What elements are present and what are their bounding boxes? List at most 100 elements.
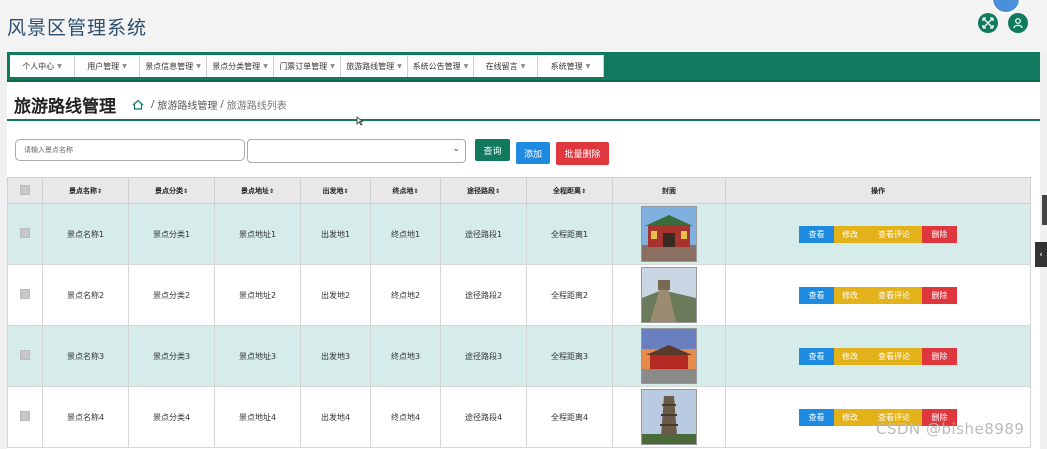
- cell-name: 景点名称1: [42, 203, 129, 265]
- cell-name: 景点名称3: [42, 325, 129, 387]
- view-button[interactable]: 查看: [799, 225, 834, 243]
- main-content: 旅游路线管理 / 旅游路线管理 / 旅游路线列表 ⌄ 查询 添加 批量删除 景点…: [7, 82, 1040, 449]
- cell-destination: 终点地3: [370, 325, 441, 387]
- column-header-name[interactable]: 景点名称⇕: [42, 177, 129, 204]
- cell-via: 途径路段1: [440, 203, 527, 265]
- edit-button[interactable]: 修改: [834, 286, 866, 304]
- cell-origin: 出发地2: [300, 264, 371, 326]
- select-all-cell: [7, 177, 43, 204]
- cell-cover: [612, 386, 726, 448]
- fullscreen-icon[interactable]: [978, 13, 998, 33]
- column-header-cover: 封面: [612, 177, 726, 204]
- nav-item-announcements[interactable]: 系统公告管理 ▼: [408, 55, 474, 77]
- nav-item-system[interactable]: 系统管理 ▼: [538, 55, 604, 77]
- watermark: CSDN @bishe8989: [876, 420, 1025, 438]
- cell-category: 景点分类2: [128, 264, 215, 326]
- sort-icon[interactable]: ⇕: [581, 188, 586, 195]
- category-select[interactable]: ⌄: [247, 139, 466, 163]
- breadcrumb-separator: /: [220, 99, 224, 110]
- sort-icon[interactable]: ⇕: [97, 188, 102, 195]
- column-header-category[interactable]: 景点分类⇕: [128, 177, 215, 204]
- column-header-distance[interactable]: 全程距离⇕: [526, 177, 613, 204]
- chevron-down-icon: ▼: [397, 62, 402, 70]
- route-table: 景点名称⇕ 景点分类⇕ 景点地址⇕ 出发地⇕ 终点地⇕ 途径路段⇕ 全程距离⇕ …: [7, 177, 1031, 448]
- nav-item-user-management[interactable]: 用户管理 ▼: [75, 55, 140, 77]
- cell-destination: 终点地2: [370, 264, 441, 326]
- breadcrumb-section[interactable]: 旅游路线管理: [157, 97, 217, 112]
- cell-distance: 全程距离4: [526, 386, 613, 448]
- edit-button[interactable]: 修改: [834, 225, 866, 243]
- chevron-down-icon: ▼: [57, 62, 62, 70]
- sort-icon[interactable]: ⇕: [413, 188, 418, 195]
- cell-actions: 查看 修改 查看评论 删除: [725, 386, 1031, 448]
- view-comments-button[interactable]: 查看评论: [866, 225, 922, 243]
- select-all-checkbox[interactable]: [20, 184, 30, 195]
- delete-button[interactable]: 删除: [922, 286, 957, 304]
- home-icon[interactable]: [132, 99, 144, 110]
- row-checkbox[interactable]: [20, 350, 30, 360]
- nav-item-scenic-info[interactable]: 景点信息管理 ▼: [140, 55, 207, 77]
- view-comments-button[interactable]: 查看评论: [866, 286, 922, 304]
- search-input[interactable]: [15, 139, 245, 161]
- query-button[interactable]: 查询: [475, 139, 510, 161]
- nav-item-personal-center[interactable]: 个人中心 ▼: [10, 55, 75, 77]
- cell-category: 景点分类4: [128, 386, 215, 448]
- edit-button[interactable]: 修改: [834, 408, 866, 426]
- delete-button[interactable]: 删除: [922, 347, 957, 365]
- page-title: 旅游路线管理: [14, 97, 116, 117]
- view-button[interactable]: 查看: [799, 408, 834, 426]
- cell-distance: 全程距离1: [526, 203, 613, 265]
- cell-address: 景点地址4: [214, 386, 301, 448]
- column-header-address[interactable]: 景点地址⇕: [214, 177, 301, 204]
- column-header-via[interactable]: 途径路段⇕: [440, 177, 527, 204]
- side-collapse-tab[interactable]: ‹: [1035, 242, 1047, 267]
- cell-category: 景点分类3: [128, 325, 215, 387]
- breadcrumb-separator: /: [151, 99, 155, 110]
- add-button[interactable]: 添加: [516, 142, 550, 164]
- edit-button[interactable]: 修改: [834, 347, 866, 365]
- cell-actions: 查看 修改 查看评论 删除: [725, 264, 1031, 326]
- sort-icon[interactable]: ⇕: [343, 188, 348, 195]
- nav-item-scenic-category[interactable]: 景点分类管理 ▼: [207, 55, 274, 77]
- sort-icon[interactable]: ⇕: [183, 188, 188, 195]
- view-button[interactable]: 查看: [799, 347, 834, 365]
- cell-via: 途径路段3: [440, 325, 527, 387]
- column-header-destination[interactable]: 终点地⇕: [370, 177, 441, 204]
- cell-cover: [612, 325, 726, 387]
- avatar-badge[interactable]: [991, 0, 1021, 14]
- cell-origin: 出发地3: [300, 325, 371, 387]
- breadcrumb: / 旅游路线管理 / 旅游路线列表: [132, 97, 287, 112]
- chevron-down-icon: ⌄: [452, 144, 460, 154]
- chevron-down-icon: ▼: [122, 62, 127, 70]
- cell-address: 景点地址1: [214, 203, 301, 265]
- cell-cover: [612, 264, 726, 326]
- batch-delete-button[interactable]: 批量删除: [556, 142, 609, 165]
- top-nav: 个人中心 ▼ 用户管理 ▼ 景点信息管理 ▼ 景点分类管理 ▼ 门票订单管理 ▼ 旅游路线…: [7, 52, 1040, 82]
- cell-destination: 终点地1: [370, 203, 441, 265]
- scrollbar-thumb[interactable]: [1042, 195, 1047, 225]
- delete-button[interactable]: 删除: [922, 225, 957, 243]
- cell-name: 景点名称4: [42, 386, 129, 448]
- view-button[interactable]: 查看: [799, 286, 834, 304]
- sort-icon[interactable]: ⇕: [269, 188, 274, 195]
- row-checkbox[interactable]: [20, 411, 30, 421]
- breadcrumb-current: 旅游路线列表: [226, 101, 287, 112]
- app-header: 风景区管理系统: [0, 0, 1047, 52]
- nav-item-messages[interactable]: 在线留言 ▼: [474, 55, 538, 77]
- cell-origin: 出发地4: [300, 386, 371, 448]
- user-icon[interactable]: [1008, 13, 1028, 33]
- row-checkbox[interactable]: [20, 289, 30, 299]
- cell-name: 景点名称2: [42, 264, 129, 326]
- view-comments-button[interactable]: 查看评论: [866, 347, 922, 365]
- cell-distance: 全程距离3: [526, 325, 613, 387]
- column-header-origin[interactable]: 出发地⇕: [300, 177, 371, 204]
- nav-item-route-management[interactable]: 旅游路线管理 ▼: [341, 55, 408, 77]
- nav-item-ticket-orders[interactable]: 门票订单管理 ▼: [274, 55, 341, 77]
- table-row: 景点名称3 景点分类3 景点地址3 出发地3 终点地3 途径路段3 全程距离3: [7, 325, 1031, 387]
- chevron-down-icon: ▼: [330, 62, 335, 70]
- row-checkbox[interactable]: [20, 228, 30, 238]
- cell-via: 途径路段2: [440, 264, 527, 326]
- cell-cover: [612, 203, 726, 265]
- chevron-down-icon: ▼: [263, 62, 268, 70]
- sort-icon[interactable]: ⇕: [495, 188, 500, 195]
